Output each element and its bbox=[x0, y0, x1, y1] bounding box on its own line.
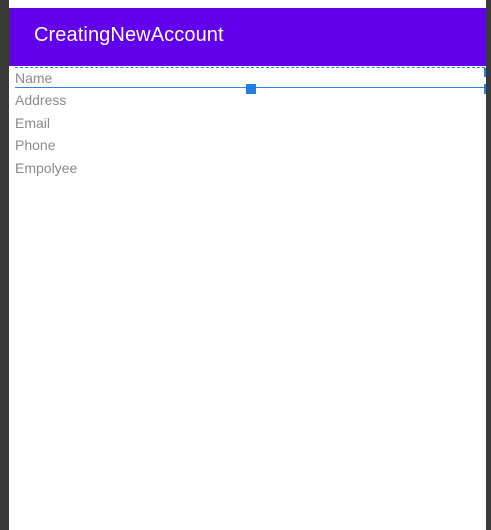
email-field[interactable]: Email bbox=[15, 115, 50, 131]
app-bar-title: CreatingNewAccount bbox=[34, 24, 224, 46]
resize-handle-bottom-right[interactable] bbox=[484, 84, 486, 94]
device-preview: CreatingNewAccount Name Address Email Ph… bbox=[9, 8, 486, 530]
resize-handle-top-right[interactable] bbox=[484, 68, 486, 77]
app-bar: CreatingNewAccount bbox=[9, 8, 486, 66]
layout-editor-canvas: CreatingNewAccount Name Address Email Ph… bbox=[0, 0, 491, 530]
phone-field[interactable]: Phone bbox=[15, 137, 55, 153]
address-field[interactable]: Address bbox=[15, 92, 66, 108]
employee-field[interactable]: Empolyee bbox=[15, 160, 77, 176]
device-frame-right bbox=[486, 0, 491, 530]
resize-handle-bottom[interactable] bbox=[246, 84, 256, 94]
device-frame-left bbox=[0, 0, 9, 530]
